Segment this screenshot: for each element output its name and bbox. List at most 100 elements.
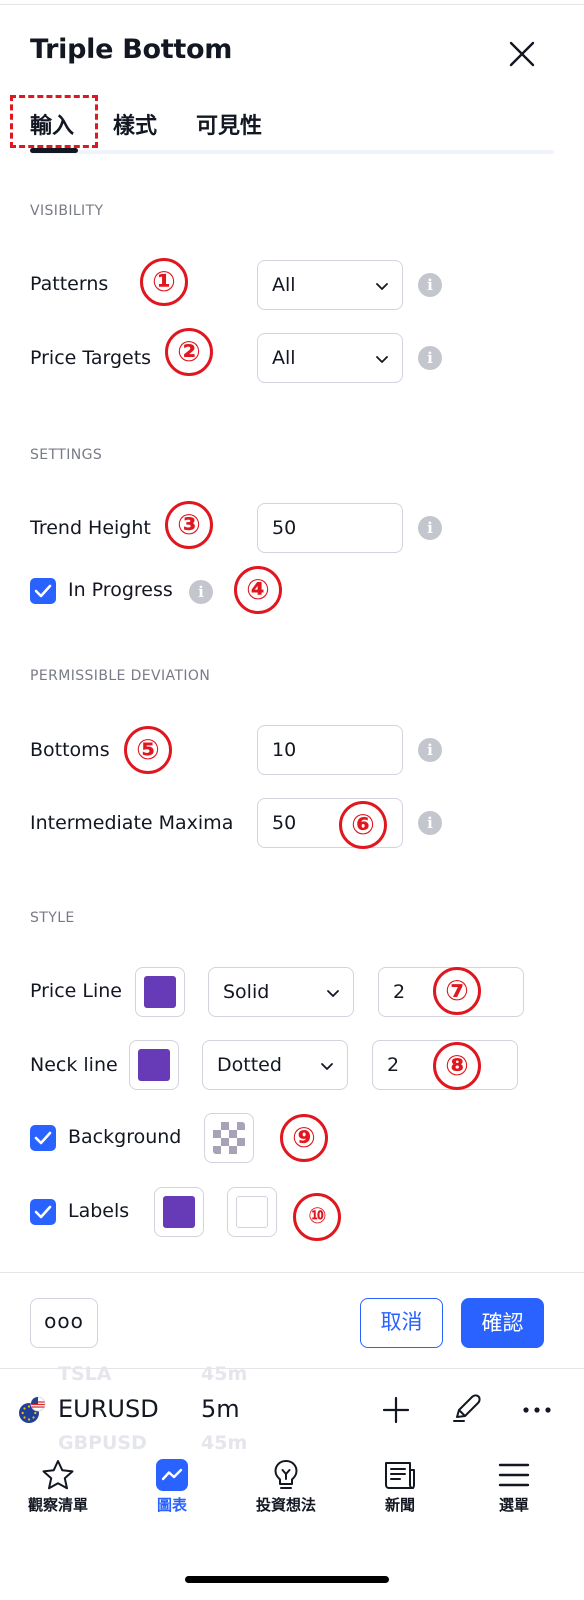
neck-line-style-select[interactable]: Dotted <box>202 1040 348 1090</box>
home-indicator <box>185 1576 389 1583</box>
chevron-down-icon <box>376 283 388 290</box>
tab-track <box>30 150 554 154</box>
more-options-button[interactable]: ooo <box>30 1298 98 1348</box>
annotation-8: ⑧ <box>433 1042 481 1090</box>
trend-height-input[interactable]: 50 <box>257 503 403 553</box>
price-targets-select[interactable]: All <box>257 333 403 383</box>
intermediate-maxima-label: Intermediate Maxima <box>30 812 234 834</box>
pen-icon[interactable] <box>450 1391 484 1425</box>
background-checkbox[interactable] <box>30 1125 56 1151</box>
annotation-9: ⑨ <box>280 1114 328 1162</box>
patterns-select[interactable]: All <box>257 260 403 310</box>
top-divider <box>0 4 584 5</box>
neck-line-width-value: 2 <box>387 1054 400 1076</box>
close-icon <box>509 41 535 67</box>
checkmark-icon <box>34 1205 52 1219</box>
price-targets-label: Price Targets <box>30 347 152 369</box>
transparent-swatch <box>213 1122 245 1154</box>
trend-height-label: Trend Height <box>30 517 151 539</box>
chevron-down-icon <box>376 356 388 363</box>
annotation-4: ④ <box>234 566 282 614</box>
nav-menu[interactable]: 選單 <box>456 1450 572 1520</box>
annotation-1: ① <box>140 258 188 306</box>
cancel-button[interactable]: 取消 <box>360 1298 443 1348</box>
price-targets-value: All <box>272 347 296 369</box>
bottom-navigation: 觀察清單 圖表 投資想法 新聞 選單 <box>0 1450 584 1528</box>
checkmark-icon <box>34 584 52 598</box>
annotation-7: ⑦ <box>433 967 481 1015</box>
nav-ideas[interactable]: 投資想法 <box>228 1450 344 1520</box>
background-label: Background <box>68 1126 182 1148</box>
tab-visibility[interactable]: 可見性 <box>196 108 262 140</box>
info-icon[interactable]: i <box>418 346 442 370</box>
more-icon[interactable] <box>520 1393 554 1427</box>
close-button[interactable] <box>504 36 540 72</box>
tab-bar: 輸入 樣式 可見性 <box>30 102 554 154</box>
annotation-10: ⑩ <box>293 1193 341 1241</box>
nav-news-label: 新聞 <box>384 1496 415 1514</box>
nav-watchlist-label: 觀察清單 <box>27 1496 88 1514</box>
trend-height-value: 50 <box>272 517 297 539</box>
labels-label: Labels <box>68 1200 130 1222</box>
price-line-style-value: Solid <box>223 981 270 1003</box>
labels-text-color-swatch <box>236 1196 268 1228</box>
bottoms-label: Bottoms <box>30 739 110 761</box>
hamburger-menu-icon <box>498 1463 530 1487</box>
in-progress-checkbox[interactable] <box>30 578 56 604</box>
price-line-label: Price Line <box>30 980 122 1002</box>
chevron-down-icon <box>321 1063 333 1070</box>
bottoms-input[interactable]: 10 <box>257 725 403 775</box>
tab-style[interactable]: 樣式 <box>113 108 157 140</box>
labels-text-color-button[interactable] <box>227 1187 277 1237</box>
annotation-2: ② <box>165 328 213 376</box>
nav-news[interactable]: 新聞 <box>342 1450 458 1520</box>
neck-line-label: Neck line <box>30 1054 118 1076</box>
chevron-down-icon <box>327 990 339 997</box>
active-tab-indicator <box>30 148 78 153</box>
info-icon[interactable]: i <box>418 516 442 540</box>
nav-chart[interactable]: 圖表 <box>114 1450 230 1520</box>
ghost-interval-above: 45m <box>201 1363 248 1385</box>
section-settings: SETTINGS <box>30 447 103 463</box>
patterns-label: Patterns <box>30 273 109 295</box>
plus-icon[interactable] <box>379 1393 413 1427</box>
dialog-title: Triple Bottom <box>30 34 233 65</box>
checkmark-icon <box>34 1131 52 1145</box>
footer-divider <box>0 1272 584 1273</box>
labels-color-swatch <box>163 1196 195 1228</box>
confirm-button[interactable]: 確認 <box>461 1298 544 1348</box>
background-color-button[interactable] <box>204 1113 254 1163</box>
symbol-name[interactable]: EURUSD <box>58 1395 159 1423</box>
price-line-style-select[interactable]: Solid <box>208 967 354 1017</box>
bottoms-value: 10 <box>272 739 297 761</box>
labels-checkbox[interactable] <box>30 1199 56 1225</box>
price-line-width-value: 2 <box>393 981 406 1003</box>
info-icon[interactable]: i <box>189 580 213 604</box>
news-icon <box>385 1462 415 1489</box>
price-line-color-swatch <box>144 976 176 1008</box>
in-progress-label: In Progress <box>68 579 173 601</box>
section-style: STYLE <box>30 910 75 926</box>
eurusd-flag-icon <box>19 1396 46 1423</box>
interval[interactable]: 5m <box>201 1395 240 1423</box>
nav-menu-label: 選單 <box>498 1496 529 1514</box>
neck-line-style-value: Dotted <box>217 1054 282 1076</box>
nav-watchlist[interactable]: 觀察清單 <box>0 1450 116 1520</box>
intermediate-maxima-value: 50 <box>272 812 297 834</box>
ghost-symbol-above: TSLA <box>58 1363 112 1385</box>
annotation-box-active-tab <box>10 95 98 148</box>
neck-line-color-button[interactable] <box>129 1040 179 1090</box>
info-icon[interactable]: i <box>418 738 442 762</box>
info-icon[interactable]: i <box>418 811 442 835</box>
info-icon[interactable]: i <box>418 273 442 297</box>
neck-line-color-swatch <box>138 1049 170 1081</box>
labels-color-button[interactable] <box>154 1187 204 1237</box>
annotation-6: ⑥ <box>339 801 387 849</box>
annotation-3: ③ <box>165 501 213 549</box>
annotation-5: ⑤ <box>124 726 172 774</box>
section-visibility: VISIBILITY <box>30 203 104 219</box>
nav-ideas-label: 投資想法 <box>255 1496 316 1514</box>
lightbulb-icon <box>274 1460 298 1489</box>
patterns-value: All <box>272 274 296 296</box>
price-line-color-button[interactable] <box>135 967 185 1017</box>
